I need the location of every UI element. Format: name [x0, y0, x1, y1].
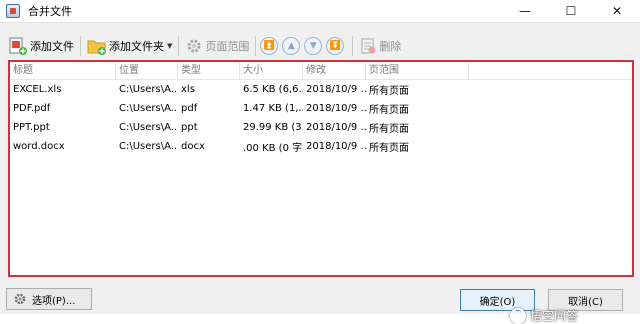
cell-page-range: 所有页面: [369, 86, 409, 97]
move-down-button[interactable]: ▼: [304, 37, 323, 55]
table-row[interactable]: EXCEL.xls C:\Users\A... xls 6.5 KB (6,6.…: [10, 80, 632, 99]
minimize-button[interactable]: —: [502, 0, 548, 22]
cell-type: docx: [181, 141, 205, 152]
delete-button[interactable]: 删除: [357, 35, 403, 57]
cell-modified: 2018/10/9 ...: [306, 84, 366, 95]
gear-icon: [14, 293, 26, 305]
cell-location: C:\Users\A...: [119, 84, 178, 95]
add-folder-label: 添加文件夹: [109, 40, 164, 53]
column-header-size[interactable]: 大小: [240, 62, 303, 79]
table-row[interactable]: word.docx C:\Users\A... docx .00 KB (0 字…: [10, 137, 632, 156]
cell-type: xls: [181, 84, 195, 95]
column-header-filler: [469, 62, 632, 79]
app-icon: [6, 4, 20, 18]
cell-title: word.docx: [13, 141, 65, 152]
title-bar: 合并文件 — ☐ ✕: [0, 0, 640, 22]
delete-icon: [361, 38, 376, 54]
gear-icon: [187, 39, 201, 53]
cell-size: 6.5 KB (6,6...: [243, 84, 303, 95]
cell-location: C:\Users\A...: [119, 141, 178, 152]
add-folder-button[interactable]: 添加文件夹 ▼: [85, 35, 174, 57]
toolbar-separator: [255, 36, 257, 56]
column-header-location[interactable]: 位置: [116, 62, 178, 79]
cell-size: 29.99 KB (3...: [243, 122, 303, 133]
dialog-body: 添加文件 添加文件夹 ▼ 页面范围 ⏫ ▲ ▼ ⏬ 删除 标题 位置 类型 大小…: [0, 22, 640, 324]
cell-modified: 2018/10/9 ...: [306, 141, 366, 152]
move-top-button[interactable]: ⏫: [260, 37, 279, 55]
chevron-down-icon: ▼: [309, 41, 317, 51]
move-up-button[interactable]: ▲: [282, 37, 301, 55]
cell-title: EXCEL.xls: [13, 84, 62, 95]
column-header-title[interactable]: 标题: [10, 62, 116, 79]
toolbar-separator: [80, 36, 81, 56]
add-file-label: 添加文件: [30, 40, 74, 53]
close-button[interactable]: ✕: [594, 0, 640, 22]
file-list[interactable]: 标题 位置 类型 大小 修改 页范围 EXCEL.xls C:\Users\A.…: [8, 60, 634, 277]
cell-page-range: 所有页面: [369, 105, 409, 116]
toolbar-separator: [352, 36, 354, 56]
cell-title: PPT.ppt: [13, 122, 50, 133]
cell-size: .00 KB (0 字...: [243, 143, 303, 154]
cell-type: ppt: [181, 122, 198, 133]
cell-page-range: 所有页面: [369, 124, 409, 135]
chevron-up-icon: ▲: [287, 41, 295, 51]
table-row[interactable]: PDF.pdf C:\Users\A... pdf 1.47 KB (1,...…: [10, 99, 632, 118]
add-folder-icon: [87, 40, 106, 55]
window-title: 合并文件: [28, 5, 72, 18]
column-header-type[interactable]: 类型: [178, 62, 240, 79]
page-range-label: 页面范围: [205, 40, 250, 53]
watermark: 悟空问答: [510, 307, 578, 324]
move-bottom-button[interactable]: ⏬: [326, 37, 345, 55]
toolbar-separator: [178, 36, 180, 56]
maximize-button[interactable]: ☐: [548, 0, 594, 22]
chat-bubble-icon: [510, 307, 526, 324]
double-chevron-down-icon: ⏬: [329, 41, 341, 51]
table-row[interactable]: PPT.ppt C:\Users\A... ppt 29.99 KB (3...…: [10, 118, 632, 137]
add-file-icon: [9, 37, 27, 55]
cell-size: 1.47 KB (1,...: [243, 103, 303, 114]
column-header-page-range[interactable]: 页范围: [366, 62, 469, 79]
options-label: 选项(P)...: [32, 295, 76, 307]
chevron-down-icon[interactable]: ▼: [167, 42, 172, 50]
cell-location: C:\Users\A...: [119, 103, 178, 114]
column-header-modified[interactable]: 修改: [303, 62, 366, 79]
cell-location: C:\Users\A...: [119, 122, 178, 133]
add-file-button[interactable]: 添加文件: [6, 35, 76, 57]
cell-title: PDF.pdf: [13, 103, 51, 114]
delete-label: 删除: [379, 40, 402, 53]
cell-modified: 2018/10/9 ...: [306, 103, 366, 114]
cell-modified: 2018/10/9 ...: [306, 122, 366, 133]
cell-type: pdf: [181, 103, 198, 114]
cell-page-range: 所有页面: [369, 143, 409, 154]
page-range-button[interactable]: 页面范围: [183, 35, 251, 57]
watermark-text: 悟空问答: [530, 309, 579, 323]
file-list-header: 标题 位置 类型 大小 修改 页范围: [10, 62, 632, 80]
window-controls: — ☐ ✕: [502, 0, 640, 22]
double-chevron-up-icon: ⏫: [263, 41, 275, 51]
options-button[interactable]: 选项(P)...: [6, 288, 92, 310]
toolbar: 添加文件 添加文件夹 ▼ 页面范围 ⏫ ▲ ▼ ⏬ 删除: [6, 33, 403, 59]
